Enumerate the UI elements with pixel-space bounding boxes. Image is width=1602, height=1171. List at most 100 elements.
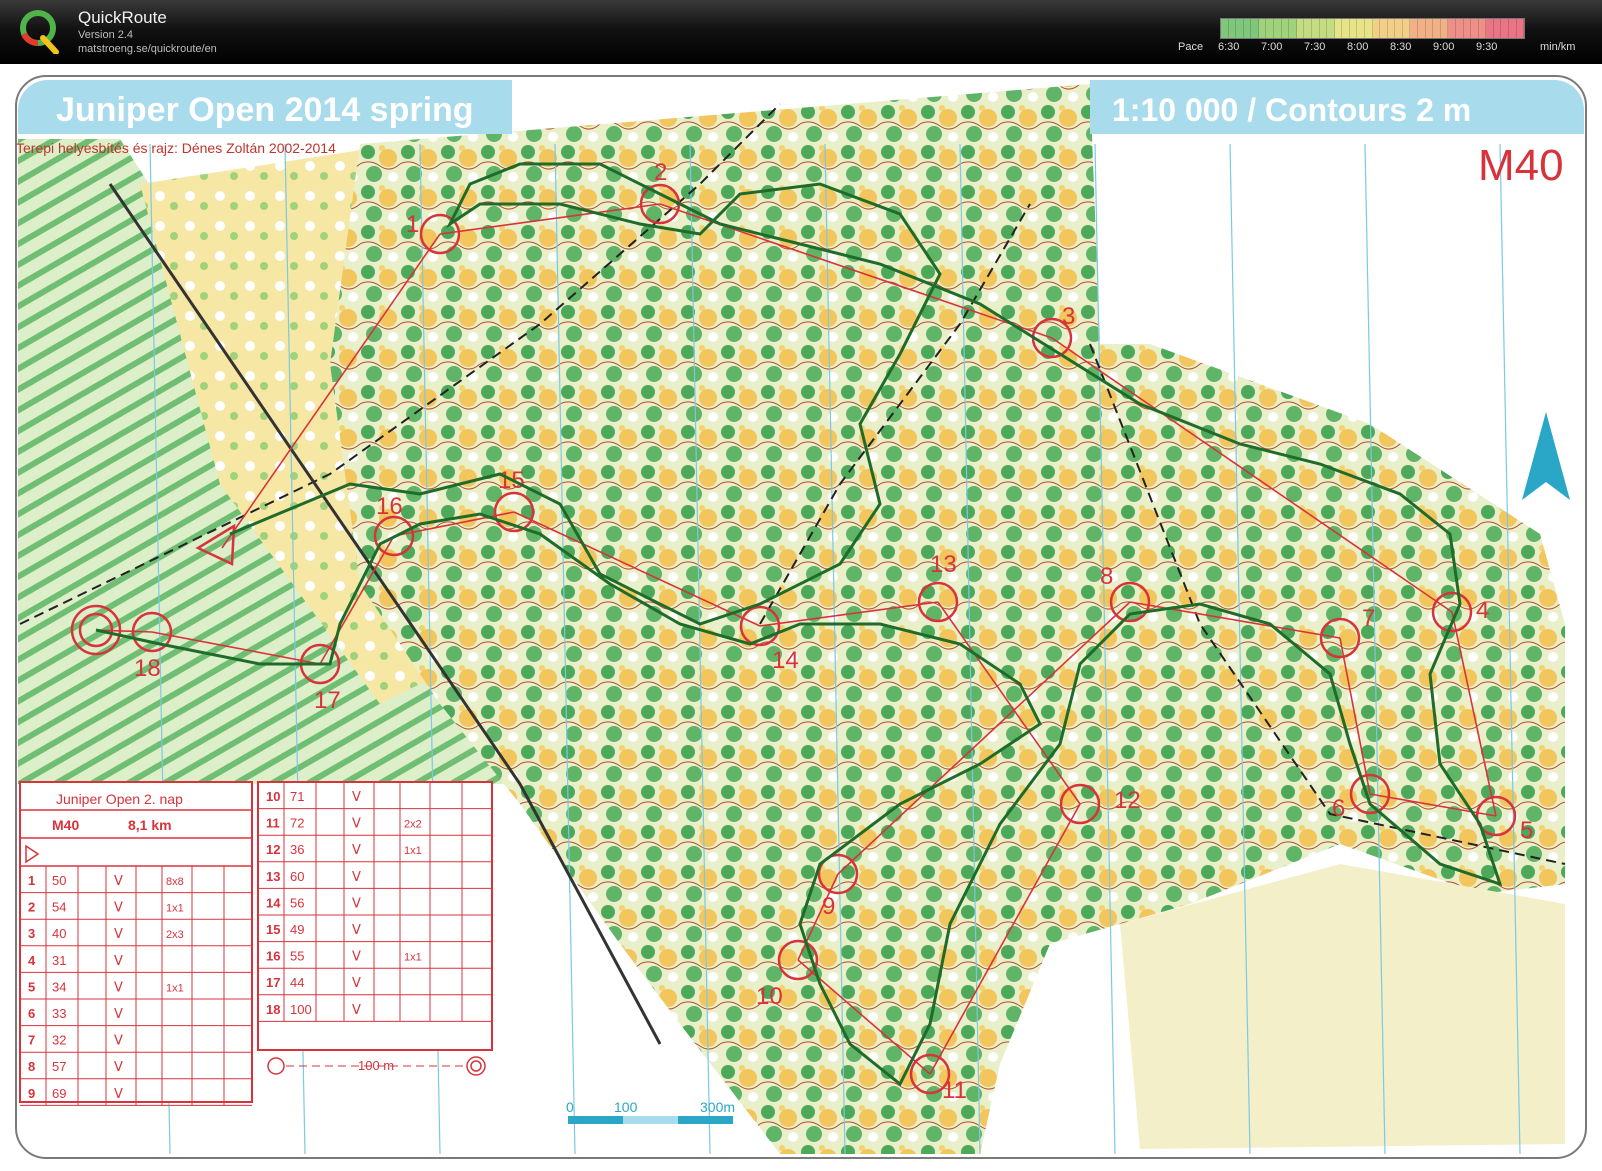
control-number-label: 2: [654, 159, 667, 186]
control-number-label: 17: [314, 687, 341, 714]
desc-title: Juniper Open 2. nap: [56, 791, 183, 807]
desc-row-dimension: 1x1: [404, 845, 422, 857]
pace-tick-label: 9:30: [1476, 41, 1498, 53]
pace-gradient-cell: [1274, 19, 1282, 38]
desc-row-number: 9: [28, 1086, 35, 1101]
pace-gradient-cell: [1258, 19, 1267, 38]
pace-tick-label: 8:00: [1347, 41, 1369, 53]
pace-gradient-cell: [1236, 19, 1244, 38]
desc-feature-symbol-icon: V: [352, 896, 361, 911]
control-number-label: 5: [1520, 817, 1533, 844]
desc-row-code: 36: [290, 842, 304, 857]
scale-label-300: 300m: [700, 1099, 735, 1115]
pace-gradient-cell: [1289, 19, 1297, 38]
desc-row-code: 33: [52, 1006, 66, 1021]
pace-gradient-cell: [1319, 19, 1328, 38]
pace-gradient-cell: [1425, 19, 1434, 38]
desc-feature-symbol-icon: V: [352, 950, 361, 965]
control-number-label: 16: [376, 493, 403, 520]
desc-feature-symbol-icon: V: [114, 901, 123, 916]
pace-gradient-cell: [1372, 19, 1381, 38]
desc-row-number: 2: [28, 900, 35, 915]
desc-row-number: 12: [266, 842, 280, 857]
pace-gradient-cell: [1364, 19, 1373, 38]
desc-row-dimension: 1x1: [166, 982, 184, 994]
desc-row-dimension: 1x1: [166, 903, 184, 915]
pace-gradient-cell: [1493, 19, 1502, 38]
pace-gradient-cell: [1410, 19, 1419, 38]
desc-row-number: 16: [266, 949, 280, 964]
desc-feature-symbol-icon: V: [352, 870, 361, 885]
desc-feature-symbol-icon: V: [114, 1087, 123, 1102]
map-title: Juniper Open 2014 spring: [56, 91, 474, 129]
desc-row-code: 72: [290, 816, 304, 831]
pace-gradient-cell: [1251, 19, 1259, 38]
desc-row-dimension: 8x8: [166, 876, 184, 888]
desc-row-number: 17: [266, 975, 280, 990]
desc-feature-symbol-icon: V: [352, 843, 361, 858]
app-url[interactable]: matstroeng.se/quickroute/en: [78, 43, 217, 55]
pace-gradient-cell: [1455, 19, 1464, 38]
pace-gradient-cell: [1281, 19, 1290, 38]
desc-row-number: 7: [28, 1033, 35, 1048]
desc-class: M40: [52, 817, 79, 833]
desc-row-code: 60: [290, 869, 304, 884]
orienteering-map[interactable]: Juniper Open 2014 spring 1:10 000 / Cont…: [0, 64, 1602, 1171]
pace-tick-label: 7:00: [1261, 41, 1283, 53]
desc-row-number: 8: [28, 1059, 35, 1074]
control-number-label: 1: [406, 211, 419, 238]
desc-row-code: 69: [52, 1086, 66, 1101]
desc-row-code: 49: [290, 922, 304, 937]
pace-gradient-cell: [1440, 19, 1449, 38]
control-number-label: 18: [134, 655, 161, 682]
control-number-label: 14: [772, 647, 799, 674]
desc-row-number: 3: [28, 926, 35, 941]
pace-unit: min/km: [1540, 41, 1576, 53]
desc-row-number: 13: [266, 869, 280, 884]
desc-row-number: 10: [266, 789, 280, 804]
pace-gradient-cell: [1221, 19, 1229, 38]
pace-gradient-cell: [1311, 19, 1320, 38]
app-title: QuickRoute: [78, 8, 167, 27]
open-land-southeast: [1120, 864, 1565, 1149]
pace-label: Pace: [1178, 41, 1204, 53]
app-version: Version 2.4: [78, 29, 134, 41]
desc-feature-symbol-icon: V: [352, 817, 361, 832]
desc-row-dimension: 2x2: [404, 819, 422, 831]
desc-row-number: 4: [28, 953, 36, 968]
desc-row-dimension: 2x3: [166, 929, 184, 941]
pace-gradient-cell: [1402, 19, 1411, 38]
desc-row-number: 1: [28, 873, 35, 888]
desc-row-number: 11: [266, 816, 280, 831]
desc-feature-symbol-icon: V: [352, 1003, 361, 1018]
desc-row-number: 14: [266, 895, 281, 910]
pace-tick-label: 6:30: [1218, 41, 1240, 53]
desc-feature-symbol-icon: V: [114, 1007, 123, 1022]
desc-row-code: 40: [52, 926, 66, 941]
pace-gradient-cell: [1357, 19, 1365, 38]
control-number-label: 12: [1114, 787, 1141, 814]
desc-feature-symbol-icon: V: [352, 790, 361, 805]
desc-feature-symbol-icon: V: [352, 976, 361, 991]
pace-gradient-cell: [1349, 19, 1358, 38]
pace-gradient-cell: [1478, 19, 1487, 38]
control-number-label: 13: [930, 551, 957, 578]
control-number-label: 6: [1332, 795, 1345, 822]
pace-gradient-cell: [1243, 19, 1252, 38]
pace-gradient-cell: [1327, 19, 1335, 38]
desc-row-code: 55: [290, 949, 304, 964]
desc-row-number: 18: [266, 1002, 280, 1017]
control-number-label: 11: [942, 1077, 967, 1104]
control-number-label: 9: [822, 893, 835, 920]
desc-feature-symbol-icon: V: [114, 980, 123, 995]
pace-gradient-cell: [1433, 19, 1441, 38]
desc-feature-symbol-icon: V: [114, 1034, 123, 1049]
pace-gradient-cell: [1516, 19, 1525, 38]
pace-tick-label: 8:30: [1390, 41, 1412, 53]
pace-gradient-cell: [1380, 19, 1388, 38]
desc-row-code: 50: [52, 873, 66, 888]
desc-row-code: 34: [52, 979, 66, 994]
pace-gradient-cell: [1334, 19, 1343, 38]
pace-gradient-cell: [1266, 19, 1275, 38]
desc-row-dimension: 1x1: [404, 952, 422, 964]
